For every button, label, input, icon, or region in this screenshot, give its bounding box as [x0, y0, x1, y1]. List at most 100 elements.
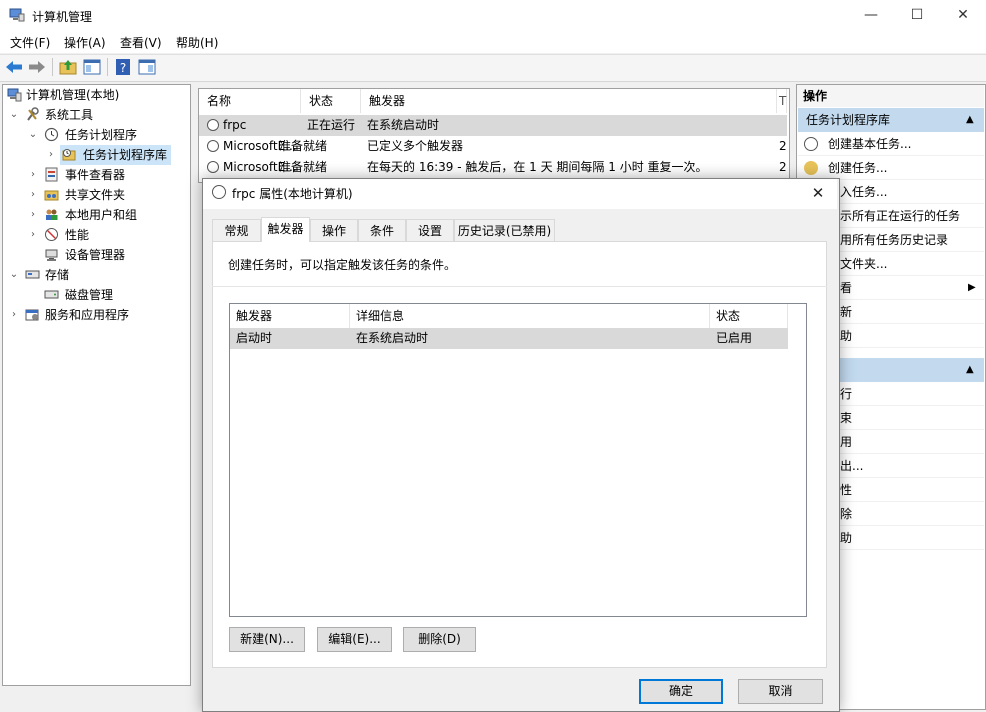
trigger-row[interactable]: 启动时 在系统启动时 已启用 [230, 328, 788, 349]
event-viewer-icon [45, 167, 58, 182]
device-manager-icon [45, 249, 58, 261]
tree-item-disk-management[interactable]: 磁盘管理 [3, 285, 188, 305]
actions-header: 操作 [797, 85, 984, 107]
collapsed-chevron-icon[interactable]: › [28, 165, 38, 185]
toolbar-separator [107, 58, 108, 76]
task-trigger: 已定义多个触发器 [367, 139, 464, 153]
new-trigger-button[interactable]: 新建(N)... [229, 627, 305, 652]
task-status: 准备就绪 [279, 160, 328, 174]
tab-conditions[interactable]: 条件 [358, 219, 406, 241]
up-folder-icon[interactable] [58, 57, 78, 77]
tab-triggers[interactable]: 触发器 [261, 217, 310, 242]
show-action-pane-icon[interactable] [137, 57, 157, 77]
services-icon [25, 309, 39, 321]
collapsed-chevron-icon[interactable]: › [28, 225, 38, 245]
expanded-chevron-icon[interactable]: ⌄ [28, 125, 38, 145]
tree-item-label: 任务计划程序 [65, 128, 138, 142]
dialog-close-icon[interactable]: ✕ [806, 181, 830, 205]
tree-item-event-viewer[interactable]: › 事件查看器 [3, 165, 188, 185]
task-trigger: 在每天的 16:39 - 触发后，在 1 天 期间每隔 1 小时 重复一次。 [367, 160, 708, 174]
trigger-type: 启动时 [236, 331, 273, 345]
table-row[interactable]: frpc 正在运行 在系统启动时 [199, 115, 787, 136]
trigger-status: 已启用 [716, 331, 753, 345]
tree-item-services-applications[interactable]: › 服务和应用程序 [3, 305, 188, 325]
tree-item-task-scheduler-library[interactable]: › 任务计划程序库 [45, 145, 171, 165]
close-icon: ✕ [957, 7, 969, 23]
tree-item-task-scheduler[interactable]: ⌄ 任务计划程序 [3, 125, 188, 145]
actions-section-library[interactable]: 任务计划程序库 ▲ [798, 108, 984, 132]
disk-icon [44, 290, 59, 299]
task-name: frpc [223, 118, 247, 132]
users-icon [46, 209, 58, 220]
maximize-icon: ☐ [910, 7, 924, 23]
column-header-status[interactable]: 状态 [301, 89, 361, 113]
ok-button[interactable]: 确定 [639, 679, 723, 704]
minimize-button[interactable]: — [848, 0, 894, 31]
tree-item-label: 计算机管理(本地) [26, 88, 120, 102]
collapse-up-icon[interactable]: ▲ [966, 358, 974, 382]
column-header-trigger[interactable]: 触发器 [361, 89, 777, 113]
task-clock-icon [207, 140, 219, 152]
status-column-header[interactable]: 状态 [710, 304, 788, 328]
action-create-task[interactable]: 创建任务... [798, 156, 984, 180]
task-clock-icon [207, 161, 219, 173]
collapsed-chevron-icon[interactable]: › [28, 205, 38, 225]
tree-item-computer-management[interactable]: 计算机管理(本地) [3, 85, 188, 105]
expanded-chevron-icon[interactable]: ⌄ [9, 105, 19, 125]
tree-item-label: 本地用户和组 [65, 208, 138, 222]
divider [212, 286, 827, 287]
column-header-next[interactable]: T [777, 89, 787, 113]
tree-item-label: 存储 [45, 268, 70, 282]
menu-file[interactable]: 文件(F) [10, 34, 50, 51]
trigger-list[interactable] [229, 303, 807, 617]
tree-item-device-manager[interactable]: 设备管理器 [3, 245, 188, 265]
menu-action[interactable]: 操作(A) [64, 34, 106, 51]
tree-item-label: 磁盘管理 [65, 288, 114, 302]
menu-help[interactable]: 帮助(H) [176, 34, 218, 51]
close-button[interactable]: ✕ [940, 0, 986, 31]
collapsed-chevron-icon[interactable]: › [9, 305, 19, 325]
tree-item-performance[interactable]: › 性能 [3, 225, 188, 245]
create-basic-task-icon [804, 137, 818, 151]
tree-item-local-users-groups[interactable]: › 本地用户和组 [3, 205, 188, 225]
help-icon[interactable]: ? [113, 57, 133, 77]
tab-general[interactable]: 常规 [212, 219, 261, 241]
minimize-icon: — [864, 7, 878, 23]
task-status: 准备就绪 [279, 139, 328, 153]
detail-column-header[interactable]: 详细信息 [350, 304, 710, 328]
task-trigger: 在系统启动时 [367, 118, 440, 132]
task-next-run: 2 [779, 160, 787, 174]
maximize-button[interactable]: ☐ [894, 0, 940, 31]
table-row[interactable]: MicrosoftE... 准备就绪 在每天的 16:39 - 触发后，在 1 … [199, 157, 787, 178]
show-hide-tree-icon[interactable] [82, 57, 102, 77]
expanded-chevron-icon[interactable]: ⌄ [9, 265, 19, 285]
dialog-clock-icon [212, 185, 226, 199]
storage-icon [25, 270, 40, 279]
tree-item-system-tools[interactable]: ⌄ 系统工具 [3, 105, 188, 125]
menu-view[interactable]: 查看(V) [120, 34, 162, 51]
tab-settings[interactable]: 设置 [406, 219, 454, 241]
performance-icon [45, 228, 58, 241]
tab-history[interactable]: 历史记录(已禁用) [454, 219, 555, 241]
edit-trigger-button[interactable]: 编辑(E)... [317, 627, 392, 652]
collapse-up-icon[interactable]: ▲ [966, 108, 974, 132]
tree-item-storage[interactable]: ⌄ 存储 [3, 265, 188, 285]
tools-icon [27, 107, 39, 121]
trigger-column-header[interactable]: 触发器 [230, 304, 350, 328]
submenu-arrow-icon: ▶ [968, 282, 976, 293]
cancel-button[interactable]: 取消 [738, 679, 823, 704]
table-row[interactable]: MicrosoftE... 准备就绪 已定义多个触发器 2 [199, 136, 787, 157]
tree-item-shared-folders[interactable]: › 共享文件夹 [3, 185, 188, 205]
tab-actions[interactable]: 操作 [310, 219, 358, 241]
tree-item-label: 共享文件夹 [65, 188, 126, 202]
task-status: 正在运行 [307, 118, 356, 132]
action-create-basic-task[interactable]: 创建基本任务... [798, 132, 984, 156]
collapsed-chevron-icon[interactable]: › [28, 185, 38, 205]
clock-icon [44, 127, 59, 142]
back-arrow-icon[interactable] [4, 57, 24, 77]
delete-trigger-button[interactable]: 删除(D) [403, 627, 476, 652]
section-title: 任务计划程序库 [806, 113, 891, 127]
column-header-name[interactable]: 名称 [199, 89, 301, 113]
forward-arrow-icon[interactable] [27, 57, 47, 77]
collapsed-chevron-icon[interactable]: › [46, 145, 56, 165]
